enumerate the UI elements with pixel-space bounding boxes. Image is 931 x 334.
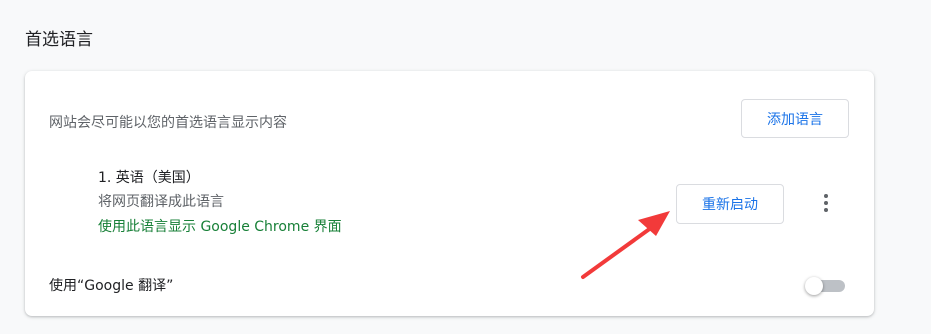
language-name: 1. 英语（美国） [98,170,200,186]
google-translate-label: 使用“Google 翻译” [49,278,174,294]
more-vert-icon[interactable] [812,189,840,217]
add-language-button-label: 添加语言 [767,111,823,128]
toggle-knob [805,277,823,295]
section-title: 首选语言 [25,30,93,50]
google-translate-toggle[interactable] [805,277,845,295]
settings-page: 首选语言 网站会尽可能以您的首选语言显示内容 添加语言 1. 英语（美国） 将网… [0,0,931,334]
language-translate-text: 将网页翻译成此语言 [98,194,224,210]
language-display-text: 使用此语言显示 Google Chrome 界面 [98,219,342,235]
languages-description: 网站会尽可能以您的首选语言显示内容 [49,115,287,131]
restart-button-label: 重新启动 [702,197,758,213]
more-vert-icon-glyph [824,194,828,212]
languages-card: 网站会尽可能以您的首选语言显示内容 添加语言 1. 英语（美国） 将网页翻译成此… [25,71,874,316]
add-language-button[interactable]: 添加语言 [741,99,849,138]
restart-button[interactable]: 重新启动 [676,184,784,224]
